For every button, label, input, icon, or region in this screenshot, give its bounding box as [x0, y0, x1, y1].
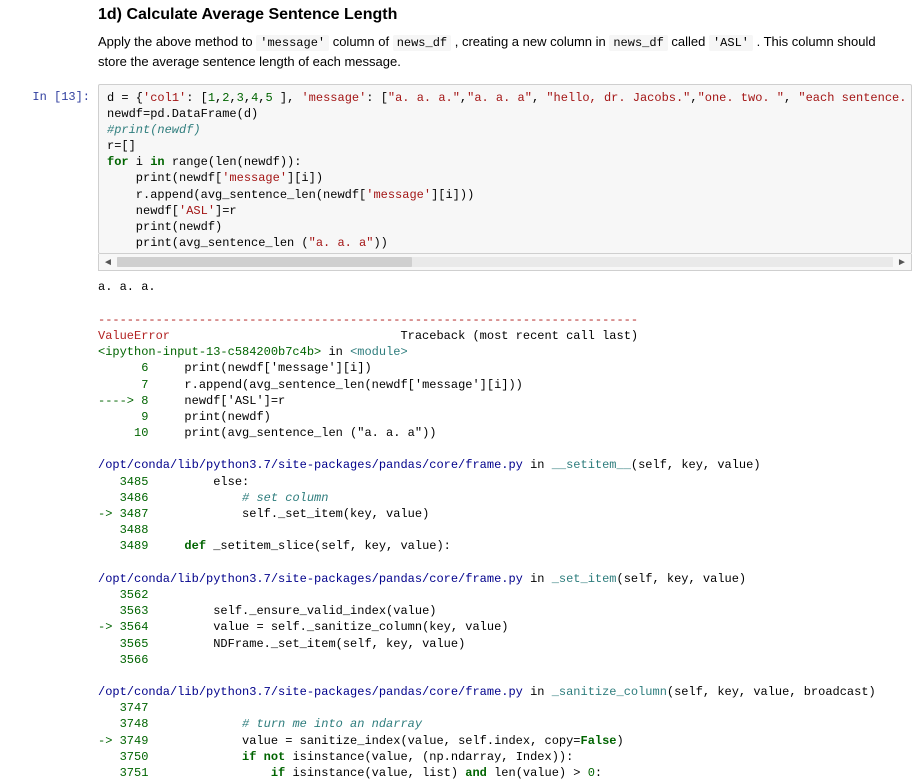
notebook: 1d) Calculate Average Sentence Length Ap…	[0, 6, 922, 781]
section-heading: 1d) Calculate Average Sentence Length	[98, 6, 902, 24]
inline-code-asl: 'ASL'	[709, 35, 753, 51]
code-cell: In [13]: d = {'col1': [1,2,3,4,5 ], 'mes…	[0, 84, 922, 255]
inline-code-message: 'message'	[256, 35, 329, 51]
scroll-thumb[interactable]	[117, 257, 412, 267]
code-input[interactable]: d = {'col1': [1,2,3,4,5 ], 'message': ["…	[98, 84, 912, 255]
scroll-left-arrow[interactable]: ◄	[99, 257, 117, 268]
inline-code-newsdf-1: news_df	[393, 35, 451, 51]
markdown-cell: 1d) Calculate Average Sentence Length Ap…	[98, 6, 922, 72]
scroll-right-arrow[interactable]: ►	[893, 257, 911, 268]
horizontal-scrollbar[interactable]: ◄ ►	[98, 254, 912, 271]
output-area: a. a. a. -------------------------------…	[98, 279, 912, 781]
input-prompt: In [13]:	[0, 84, 98, 255]
scroll-track[interactable]	[117, 257, 893, 267]
traceback-divider: ----------------------------------------…	[98, 313, 638, 327]
section-description: Apply the above method to 'message' colu…	[98, 32, 902, 72]
stdout-line: a. a. a.	[98, 280, 156, 294]
error-name: ValueError	[98, 329, 170, 343]
inline-code-newsdf-2: news_df	[609, 35, 667, 51]
